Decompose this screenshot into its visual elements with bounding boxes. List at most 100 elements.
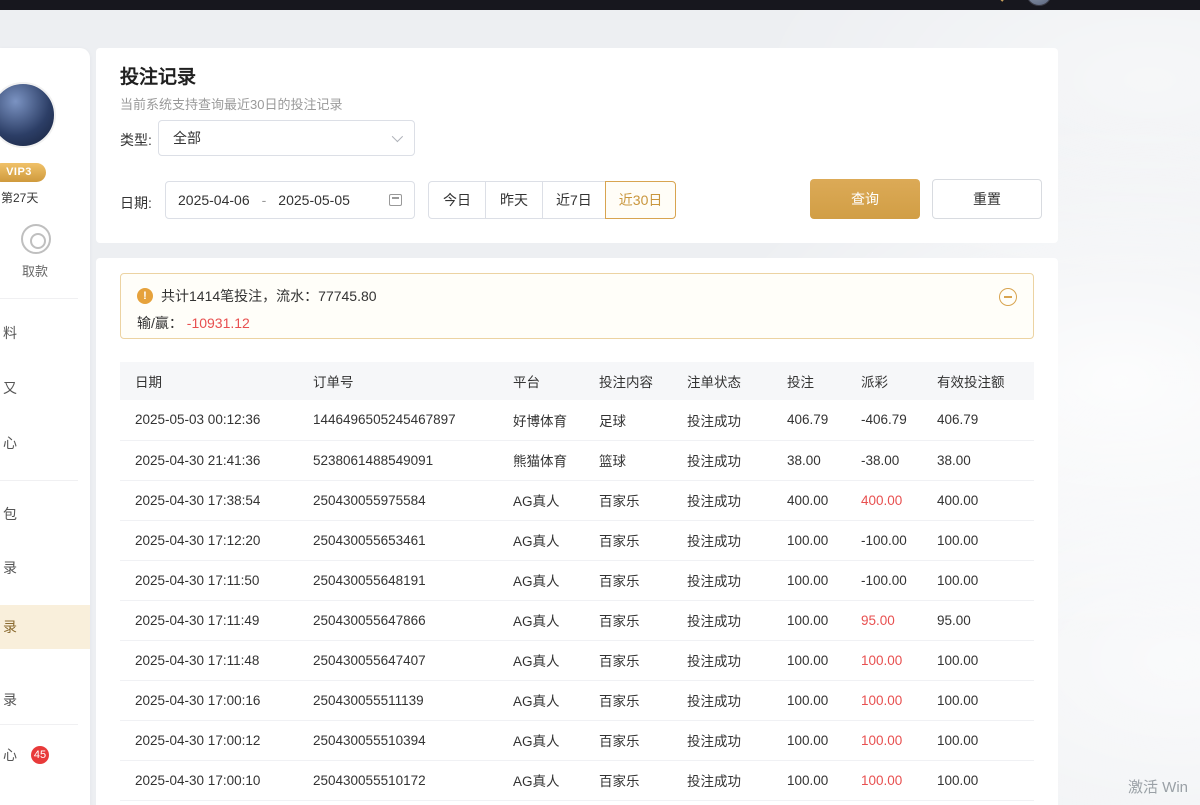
bet-cell: 406.79	[772, 400, 846, 440]
order-cell: 250430055510172	[298, 760, 498, 800]
platform-cell: AG真人	[498, 640, 584, 680]
platform-cell: AG真人	[498, 680, 584, 720]
search-button[interactable]: 查询	[810, 179, 920, 219]
content-cell: 百家乐	[584, 720, 672, 760]
user-avatar[interactable]	[0, 82, 56, 148]
table-row: 2025-04-30 21:41:365238061488549091熊猫体育篮…	[120, 440, 1034, 480]
sidebar-menu-item[interactable]: 心45	[0, 733, 90, 777]
quick-range-button[interactable]: 近7日	[542, 181, 606, 219]
notification-badge: 45	[31, 746, 49, 764]
reset-button[interactable]: 重置	[932, 179, 1042, 219]
quick-range-button[interactable]: 今日	[428, 181, 486, 219]
topbar-inner: 存款 转账 取款 欢迎您的加入	[715, 0, 1200, 10]
column-header: 日期	[120, 362, 298, 400]
valid-amount-cell: 100.00	[922, 680, 1034, 720]
table-row: 2025-04-30 17:12:20250430055653461AG真人百家…	[120, 520, 1034, 560]
quick-range-button[interactable]: 近30日	[605, 181, 677, 219]
valid-amount-cell: 400.00	[922, 480, 1034, 520]
platform-cell: AG真人	[498, 600, 584, 640]
filter-card: 投注记录 当前系统支持查询最近30日的投注记录 类型: 全部 日期: 2025-…	[96, 48, 1058, 243]
bet-cell: 400.00	[772, 480, 846, 520]
payout-cell: -100.00	[846, 520, 922, 560]
type-select-value: 全部	[173, 128, 201, 148]
valid-amount-cell: 100.00	[922, 640, 1034, 680]
payout-cell: 100.00	[846, 680, 922, 720]
sidebar-divider	[0, 724, 78, 725]
status-cell: 投注成功	[672, 480, 772, 520]
summary-line1: ! 共计1414笔投注，流水： 77745.80	[137, 286, 1017, 306]
payout-cell: -100.00	[846, 560, 922, 600]
table-body: 2025-05-03 00:12:361446496505245467897好博…	[120, 400, 1034, 800]
status-cell: 投注成功	[672, 640, 772, 680]
bet-cell: 38.00	[772, 440, 846, 480]
type-label: 类型:	[120, 130, 152, 150]
sidebar-menu-item[interactable]: 录	[0, 546, 90, 590]
page-subtitle: 当前系统支持查询最近30日的投注记录	[120, 94, 342, 113]
payout-cell: -38.00	[846, 440, 922, 480]
bet-cell: 100.00	[772, 680, 846, 720]
content-cell: 百家乐	[584, 760, 672, 800]
sidebar-item-label: 料	[3, 323, 17, 343]
bet-cell: 100.00	[772, 720, 846, 760]
platform-cell: 好博体育	[498, 400, 584, 440]
topbar-item-withdraw[interactable]: 取款	[823, 0, 851, 3]
topbar-item-deposit[interactable]: 存款	[715, 0, 743, 3]
sidebar-menu-item[interactable]: 心	[0, 421, 90, 465]
sidebar-menu-item[interactable]: 包	[0, 492, 90, 536]
quick-range-group: 今日昨天近7日近30日	[428, 181, 676, 219]
table-row: 2025-05-03 00:12:361446496505245467897好博…	[120, 400, 1034, 440]
column-header: 有效投注额	[922, 362, 1034, 400]
platform-cell: AG真人	[498, 480, 584, 520]
table-row: 2025-04-30 17:11:49250430055647866AG真人百家…	[120, 600, 1034, 640]
summary-winloss-value: -10931.12	[187, 315, 250, 331]
valid-amount-cell: 406.79	[922, 400, 1034, 440]
date-cell: 2025-04-30 17:11:48	[120, 640, 298, 680]
sidebar-menu-item[interactable]: 录	[0, 678, 90, 722]
sidebar-divider	[0, 480, 78, 481]
calendar-icon[interactable]	[389, 194, 402, 206]
withdraw-label[interactable]: 取款	[22, 261, 48, 280]
status-cell: 投注成功	[672, 680, 772, 720]
payout-cell: 100.00	[846, 760, 922, 800]
topbar-avatar[interactable]	[1026, 0, 1052, 6]
date-separator: -	[262, 192, 267, 208]
order-cell: 5238061488549091	[298, 440, 498, 480]
topbar-item-transfer[interactable]: 转账	[769, 0, 797, 3]
type-select[interactable]: 全部	[158, 120, 415, 156]
payout-cell: 100.00	[846, 640, 922, 680]
collapse-icon[interactable]	[999, 288, 1017, 306]
column-header: 注单状态	[672, 362, 772, 400]
table-header: 日期订单号平台投注内容注单状态投注派彩有效投注额	[120, 362, 1034, 400]
platform-cell: AG真人	[498, 520, 584, 560]
sidebar-menu-item[interactable]: 料	[0, 311, 90, 355]
date-end-value[interactable]: 2025-05-05	[278, 192, 350, 208]
membership-day-label: 第27天	[1, 189, 38, 206]
content-cell: 足球	[584, 400, 672, 440]
date-cell: 2025-04-30 17:11:49	[120, 600, 298, 640]
valid-amount-cell: 95.00	[922, 600, 1034, 640]
date-range-picker[interactable]: 2025-04-06 - 2025-05-05	[165, 181, 415, 219]
date-cell: 2025-04-30 17:00:16	[120, 680, 298, 720]
topbar: 存款 转账 取款 欢迎您的加入	[0, 0, 1200, 10]
column-header: 投注内容	[584, 362, 672, 400]
summary-turnover-value: 77745.80	[318, 288, 376, 304]
status-cell: 投注成功	[672, 760, 772, 800]
valid-amount-cell: 100.00	[922, 760, 1034, 800]
sidebar-menu-item[interactable]: 又	[0, 366, 90, 410]
column-header: 平台	[498, 362, 584, 400]
valid-amount-cell: 100.00	[922, 720, 1034, 760]
bet-cell: 100.00	[772, 600, 846, 640]
content-cell: 百家乐	[584, 600, 672, 640]
platform-cell: AG真人	[498, 720, 584, 760]
date-cell: 2025-04-30 17:38:54	[120, 480, 298, 520]
content-cell: 百家乐	[584, 640, 672, 680]
order-cell: 250430055647866	[298, 600, 498, 640]
order-cell: 250430055647407	[298, 640, 498, 680]
quick-range-button[interactable]: 昨天	[485, 181, 543, 219]
sidebar-item-label: 心	[3, 433, 17, 453]
date-start-value[interactable]: 2025-04-06	[178, 192, 250, 208]
sidebar-menu-item[interactable]: 录	[0, 605, 90, 649]
page-title: 投注记录	[120, 62, 196, 89]
withdraw-icon[interactable]	[21, 224, 51, 254]
date-cell: 2025-04-30 17:00:10	[120, 760, 298, 800]
